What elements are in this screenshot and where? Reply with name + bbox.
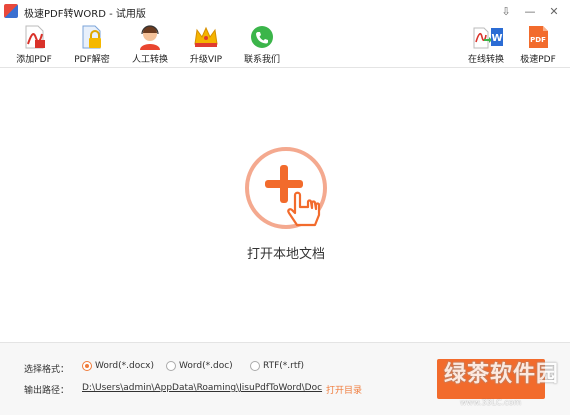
online-convert-label: 在线转换 bbox=[467, 55, 504, 65]
phone-icon bbox=[248, 24, 276, 50]
radio-unchecked-icon bbox=[250, 361, 260, 371]
jisu-pdf-icon: PDF bbox=[524, 24, 552, 50]
plus-hand-icon bbox=[265, 165, 321, 227]
output-path-label: 输出路径： bbox=[24, 386, 70, 396]
pdf-decrypt-label: PDF解密 bbox=[74, 55, 110, 65]
add-pdf-button[interactable]: 添加PDF bbox=[6, 24, 62, 66]
format-radio-rtf[interactable]: RTF(*.rtf) bbox=[250, 361, 304, 371]
add-pdf-icon bbox=[20, 24, 48, 50]
contact-us-button[interactable]: 联系我们 bbox=[234, 24, 290, 66]
watermark-url: www.33LC.com bbox=[460, 398, 522, 407]
lock-icon bbox=[78, 24, 106, 50]
upgrade-vip-button[interactable]: 升级VIP bbox=[178, 24, 234, 66]
crown-icon bbox=[192, 24, 220, 50]
app-logo-icon bbox=[4, 4, 18, 18]
pdf-decrypt-button[interactable]: PDF解密 bbox=[64, 24, 120, 66]
minimize-button[interactable]: — bbox=[518, 2, 542, 20]
manual-convert-button[interactable]: 人工转换 bbox=[122, 24, 178, 66]
online-convert-button[interactable]: W 在线转换 bbox=[458, 24, 514, 66]
output-path-field[interactable]: D:\Users\admin\AppData\Roaming\JisuPdfTo… bbox=[82, 383, 322, 393]
jisu-pdf-label: 极速PDF bbox=[520, 55, 556, 65]
add-pdf-label: 添加PDF bbox=[16, 55, 52, 65]
customer-service-icon bbox=[136, 24, 164, 50]
format-option-label: Word(*.doc) bbox=[179, 361, 233, 371]
radio-unchecked-icon bbox=[166, 361, 176, 371]
format-label: 选择格式： bbox=[24, 365, 70, 375]
title-bar: 极速PDF转WORD - 试用版 ⇩ — ✕ bbox=[0, 0, 570, 22]
jisu-pdf-icon-text: PDF bbox=[530, 36, 546, 44]
window-controls: ⇩ — ✕ bbox=[494, 2, 566, 20]
download-skin-button[interactable]: ⇩ bbox=[494, 2, 518, 20]
site-watermark: 绿茶软件园 www.33LC.com bbox=[436, 352, 570, 415]
close-button[interactable]: ✕ bbox=[542, 2, 566, 20]
main-area: 打开本地文档 bbox=[0, 69, 570, 341]
open-directory-link[interactable]: 打开目录 bbox=[326, 383, 362, 396]
toolbar: 添加PDF PDF解密 人工转换 升级VIP 联系我们 W 在线转换 PDF 极… bbox=[0, 22, 570, 68]
watermark-text: 绿茶软件园 bbox=[444, 362, 560, 387]
format-option-label: RTF(*.rtf) bbox=[263, 361, 305, 371]
contact-us-label: 联系我们 bbox=[243, 55, 280, 65]
pdf-to-word-icon: W bbox=[472, 24, 503, 50]
format-option-label: Word(*.docx) bbox=[95, 361, 155, 371]
radio-checked-icon bbox=[82, 361, 92, 371]
upgrade-vip-label: 升级VIP bbox=[189, 55, 223, 65]
open-local-document-label: 打开本地文档 bbox=[246, 247, 325, 262]
word-letter: W bbox=[491, 33, 502, 44]
format-radio-doc[interactable]: Word(*.doc) bbox=[166, 361, 233, 371]
open-local-document-button[interactable]: 打开本地文档 bbox=[236, 147, 336, 277]
jisu-pdf-button[interactable]: PDF 极速PDF bbox=[510, 24, 566, 66]
manual-convert-label: 人工转换 bbox=[131, 55, 168, 65]
format-radio-docx[interactable]: Word(*.docx) bbox=[82, 361, 154, 371]
window-title: 极速PDF转WORD - 试用版 bbox=[24, 9, 146, 20]
